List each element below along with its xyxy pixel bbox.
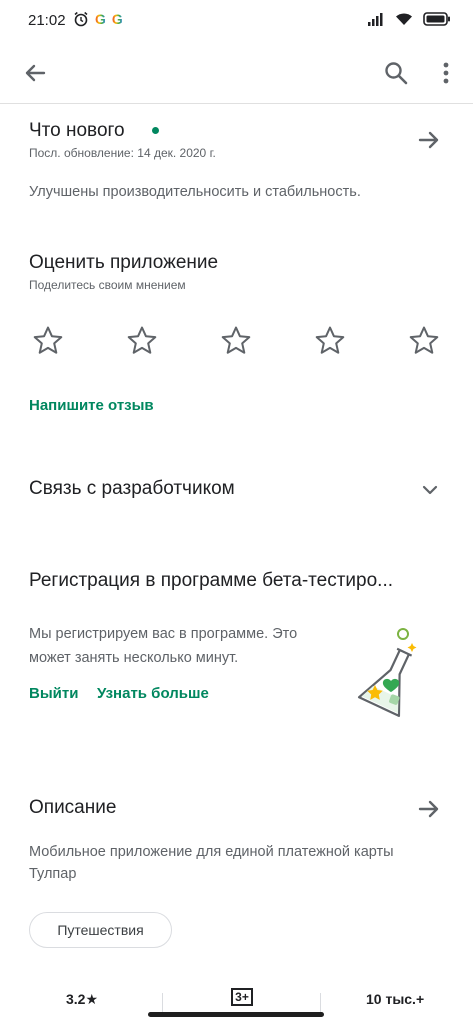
wifi-icon xyxy=(396,13,412,25)
whats-new-title: Что нового xyxy=(29,120,125,141)
whats-new-text: Улучшены производительносить и стабильно… xyxy=(29,184,361,200)
status-bar: 21:02 G G xyxy=(0,0,473,42)
description-text-line2: Тулпар xyxy=(29,866,77,882)
star-1-icon[interactable] xyxy=(31,324,65,358)
installs-stat: 10 тыс.+ xyxy=(366,991,425,1007)
more-vert-icon[interactable] xyxy=(436,58,456,88)
app-bar-divider xyxy=(0,103,473,104)
beta-flask-illustration-icon xyxy=(357,628,417,717)
google-g-icon: G xyxy=(95,11,106,27)
beta-title: Регистрация в программе бета-тестиро... xyxy=(29,570,394,591)
star-3-icon[interactable] xyxy=(219,324,253,358)
battery-icon xyxy=(423,12,450,26)
description-title: Описание xyxy=(29,797,117,818)
beta-learn-more-link[interactable]: Узнать больше xyxy=(97,685,209,702)
star-2-icon[interactable] xyxy=(125,324,159,358)
write-review-link[interactable]: Напишите отзыв xyxy=(29,397,154,414)
description-text-line1: Мобильное приложение для единой платежно… xyxy=(29,844,394,860)
stats-separator xyxy=(320,993,321,1013)
status-time: 21:02 xyxy=(28,12,66,29)
status-right-icons xyxy=(367,12,451,26)
arrow-forward-icon[interactable] xyxy=(414,125,444,155)
app-bar xyxy=(0,44,473,100)
star-5-icon[interactable] xyxy=(407,324,441,358)
status-left-icons: G G xyxy=(73,11,123,27)
gesture-navigation-bar[interactable] xyxy=(148,1012,324,1017)
beta-text-line1: Мы регистрируем вас в программе. Это xyxy=(29,626,298,642)
rate-app-title: Оценить приложение xyxy=(29,252,219,273)
stats-strip: 3.2★ 3+ 10 тыс.+ xyxy=(0,985,473,1024)
google-g-icon: G xyxy=(111,11,123,27)
stats-separator xyxy=(162,993,163,1013)
category-chip[interactable]: Путешествия xyxy=(29,912,172,948)
beta-leave-link[interactable]: Выйти xyxy=(29,685,78,702)
signal-icon xyxy=(368,13,383,26)
whats-new-updated: Посл. обновление: 14 дек. 2020 г. xyxy=(29,146,216,160)
beta-text-line2: может занять несколько минут. xyxy=(29,650,239,666)
arrow-forward-icon[interactable] xyxy=(414,794,444,824)
back-arrow-icon[interactable] xyxy=(20,58,50,88)
chevron-down-icon[interactable] xyxy=(418,478,442,502)
search-icon[interactable] xyxy=(381,58,411,88)
developer-contact-title: Связь с разработчиком xyxy=(29,478,235,499)
new-indicator-dot xyxy=(152,127,159,134)
alarm-icon xyxy=(74,11,88,27)
rating-stat: 3.2★ xyxy=(66,991,99,1007)
star-4-icon[interactable] xyxy=(313,324,347,358)
age-rating-badge: 3+ xyxy=(231,988,253,1006)
rate-app-subtitle: Поделитесь своим мнением xyxy=(29,278,186,292)
